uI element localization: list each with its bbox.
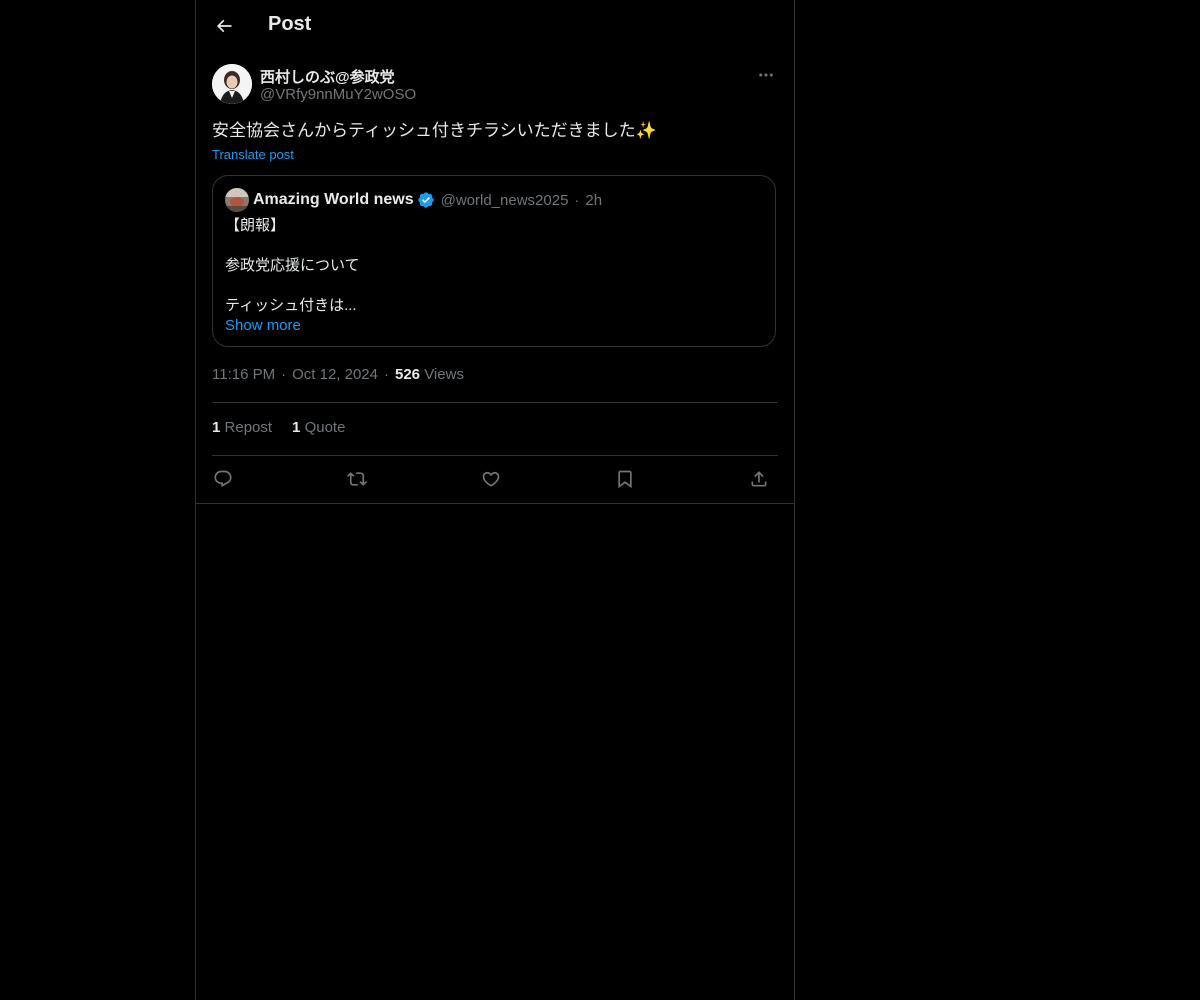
quoted-post-header: Amazing World news @world_news2025 · 2h xyxy=(225,188,602,212)
quotes-stat[interactable]: 1 Quote xyxy=(292,419,345,436)
post-column: Post 西村しのぶ@参政党 @VRfy9nnMuY2wOSO 安全協会さんから… xyxy=(195,0,795,1000)
verified-badge-icon xyxy=(417,191,435,209)
quoted-line: 参政党応援について xyxy=(225,257,360,274)
bookmark-icon xyxy=(618,470,632,489)
bookmark-button[interactable] xyxy=(611,465,639,493)
author-handle[interactable]: @VRfy9nnMuY2wOSO xyxy=(260,86,416,103)
author-avatar[interactable] xyxy=(212,64,252,104)
post-meta: 11:16 PM · Oct 12, 2024 · 526 Views xyxy=(212,366,464,383)
divider xyxy=(212,402,778,403)
quoted-line: 【朗報】 xyxy=(225,217,286,234)
quoted-author-handle: @world_news2025 xyxy=(440,191,569,209)
share-button[interactable] xyxy=(745,465,773,493)
translate-post-link[interactable]: Translate post xyxy=(212,147,294,162)
meta-separator: · xyxy=(281,366,287,383)
show-more-link[interactable]: Show more xyxy=(225,316,360,336)
quotes-count: 1 xyxy=(292,419,301,436)
like-icon xyxy=(482,471,500,487)
repost-icon xyxy=(347,472,367,486)
quoted-timestamp: 2h xyxy=(585,191,603,209)
reply-button[interactable] xyxy=(209,465,237,493)
post-actions xyxy=(212,465,778,493)
more-icon xyxy=(759,73,773,77)
post-text: 安全協会さんからティッシュ付きチラシいただきました✨ xyxy=(212,121,657,140)
repost-button[interactable] xyxy=(343,465,371,493)
reposts-stat[interactable]: 1 Repost xyxy=(212,419,272,436)
reposts-count: 1 xyxy=(212,419,221,436)
quotes-label: Quote xyxy=(304,419,346,436)
views-label: Views xyxy=(424,366,464,383)
quoted-post[interactable]: Amazing World news @world_news2025 · 2h … xyxy=(212,175,776,347)
post-date[interactable]: Oct 12, 2024 xyxy=(292,366,378,383)
reply-icon xyxy=(214,470,232,488)
post-author: 西村しのぶ@参政党 @VRfy9nnMuY2wOSO xyxy=(212,64,778,106)
page-title: Post xyxy=(268,13,312,35)
page-header: Post xyxy=(196,0,794,53)
quoted-post-body: 【朗報】 参政党応援について ティッシュ付きは... Show more xyxy=(225,216,360,336)
divider xyxy=(196,503,794,504)
author-name[interactable]: 西村しのぶ@参政党 xyxy=(260,66,395,87)
reposts-label: Repost xyxy=(224,419,273,436)
post-time[interactable]: 11:16 PM xyxy=(212,366,275,383)
like-button[interactable] xyxy=(477,465,505,493)
views-count: 526 xyxy=(395,366,421,383)
quoted-line: ティッシュ付きは... xyxy=(225,297,357,314)
quoted-author-name: Amazing World news xyxy=(253,191,414,208)
quoted-separator: · xyxy=(574,191,580,209)
quoted-avatar xyxy=(225,188,249,212)
divider xyxy=(212,455,778,456)
back-button[interactable] xyxy=(208,10,240,42)
quoted-avatar-image xyxy=(225,188,249,212)
share-icon xyxy=(751,471,767,487)
more-options-button[interactable] xyxy=(754,64,778,86)
meta-separator: · xyxy=(384,366,389,383)
arrow-left-icon xyxy=(216,19,232,33)
post-stats: 1 Repost 1 Quote xyxy=(212,419,365,436)
avatar-image xyxy=(212,64,252,104)
